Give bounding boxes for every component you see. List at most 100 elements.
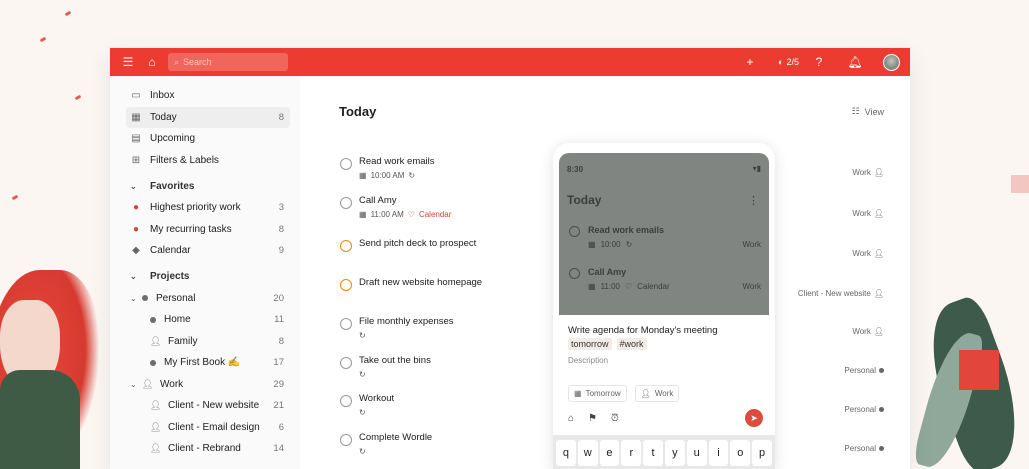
project-option-button[interactable]: 👤︎ Work xyxy=(634,385,680,402)
project-count: 11 xyxy=(274,314,284,326)
label-chip[interactable]: #work xyxy=(616,338,647,350)
person-icon: 👤︎ xyxy=(873,209,884,218)
flag-icon[interactable]: ⚑ xyxy=(588,413,597,424)
task-title: Read work emails xyxy=(359,156,435,167)
keyboard-key[interactable]: w xyxy=(577,440,598,466)
calendar-link-icon: ♡ xyxy=(407,210,415,219)
person-icon: 👤︎ xyxy=(873,168,884,177)
project-client-email[interactable]: 👤︎ Client - Email design 6 xyxy=(126,417,290,439)
recurring-icon: ↻ xyxy=(359,331,366,340)
bell-icon[interactable]: 🔔︎ xyxy=(847,54,863,70)
sidebar-item-today[interactable]: ▦ Today 8 xyxy=(126,106,290,128)
illustration-splat xyxy=(39,36,47,43)
project-label: Client - Rebrand xyxy=(168,443,241,455)
sidebar-item-upcoming[interactable]: ▤ Upcoming xyxy=(126,128,290,150)
task-title: Draft new website homepage xyxy=(359,277,483,288)
filters-icon: ⊞ xyxy=(131,154,141,166)
project-client-rebrand[interactable]: 👤︎ Client - Rebrand 14 xyxy=(126,438,290,460)
task-time: 11:00 AM xyxy=(370,210,404,219)
keyboard-key[interactable]: u xyxy=(686,440,707,466)
project-personal[interactable]: ⌄ Personal 20 xyxy=(126,288,290,310)
projects-title: Projects xyxy=(150,271,190,282)
sidebar-item-label: Calendar xyxy=(150,245,191,257)
sidebar-item-inbox[interactable]: ▭ Inbox xyxy=(126,85,290,107)
project-book[interactable]: My First Book ✍️ 17 xyxy=(126,352,290,374)
view-button[interactable]: ☷ View xyxy=(852,106,884,117)
keyboard-key[interactable]: y xyxy=(664,440,685,466)
task-project-label: Personal xyxy=(844,405,876,414)
sidebar-item-filters[interactable]: ⊞ Filters & Labels xyxy=(126,150,290,172)
project-count: 14 xyxy=(273,443,284,455)
drop-icon: ● xyxy=(132,223,140,235)
task-project: Work 👤︎ xyxy=(852,249,884,258)
sidebar-item-favorite[interactable]: ◆ Calendar 9 xyxy=(126,240,290,262)
illustration-splat xyxy=(11,194,19,201)
sidebar-item-label: Filters & Labels xyxy=(150,154,219,166)
keyboard-key[interactable]: o xyxy=(730,440,751,466)
date-chip[interactable]: tomorrow xyxy=(568,338,612,350)
more-icon[interactable]: ⋮ xyxy=(748,194,759,207)
task-checkbox[interactable] xyxy=(340,240,352,252)
illustration-splat xyxy=(64,10,72,17)
task-project: Work 👤︎ xyxy=(852,327,884,336)
task-project-label: Work xyxy=(742,282,761,291)
recurring-icon: ↻ xyxy=(359,370,366,379)
view-label: View xyxy=(864,106,884,117)
task-checkbox[interactable] xyxy=(340,434,352,446)
favorites-header[interactable]: ⌄ Favorites xyxy=(126,175,290,197)
task-project: Personal xyxy=(844,366,884,375)
send-button[interactable]: ➤ xyxy=(745,409,763,427)
task-project-label: Personal xyxy=(844,444,876,453)
sidebar-item-favorite[interactable]: ● My recurring tasks 8 xyxy=(126,219,290,241)
task-checkbox[interactable] xyxy=(569,268,580,279)
task-checkbox[interactable] xyxy=(340,318,352,330)
task-checkbox[interactable] xyxy=(340,158,352,170)
description-field[interactable]: Description xyxy=(568,356,608,365)
illustration-left-body xyxy=(0,370,80,469)
task-title: Call Amy xyxy=(359,195,397,206)
keyboard-key[interactable]: i xyxy=(708,440,729,466)
task-time: 10:00 AM xyxy=(370,171,405,180)
keyboard-key[interactable]: p xyxy=(752,440,772,466)
project-client-website[interactable]: 👤︎ Client - New website 21 xyxy=(126,395,290,417)
keyboard-key[interactable]: q xyxy=(556,440,576,466)
task-checkbox[interactable] xyxy=(340,357,352,369)
label-icon[interactable]: ⌂ xyxy=(568,413,574,424)
task-checkbox[interactable] xyxy=(340,279,352,291)
project-option-label: Work xyxy=(654,389,674,398)
task-project-label: Work xyxy=(852,327,871,336)
project-label: Work xyxy=(160,378,184,390)
keyboard-key[interactable]: e xyxy=(599,440,620,466)
menu-icon[interactable]: ☰ xyxy=(120,54,136,70)
search-input[interactable]: ⌕ Search xyxy=(168,53,288,71)
task-project: Client - New website 👤︎ xyxy=(798,289,884,298)
home-icon[interactable]: ⌂ xyxy=(144,54,160,70)
task-checkbox[interactable] xyxy=(340,197,352,209)
project-dot-icon xyxy=(150,316,156,323)
task-project-label: Work xyxy=(852,168,871,177)
quick-add-input[interactable]: Write agenda for Monday's meeting xyxy=(568,325,718,336)
task-checkbox[interactable] xyxy=(340,395,352,407)
calendar-icon: ▤ xyxy=(131,133,141,145)
help-icon[interactable]: ? xyxy=(811,54,827,70)
project-label: Client - Email design xyxy=(168,421,260,433)
date-option-button[interactable]: ▦ Tomorrow xyxy=(568,385,627,402)
alarm-icon[interactable]: ⏰︎ xyxy=(611,413,619,424)
add-icon[interactable]: + xyxy=(742,54,758,70)
illustration-splat xyxy=(74,94,82,101)
recurring-icon: ↻ xyxy=(408,171,416,180)
project-family[interactable]: 👤︎ Family 8 xyxy=(126,331,290,353)
project-home[interactable]: Home 11 xyxy=(126,309,290,331)
project-dot-icon xyxy=(150,359,156,366)
recurring-icon: ↻ xyxy=(359,447,366,456)
sidebar-item-favorite[interactable]: ● Highest priority work 3 xyxy=(126,197,290,219)
keyboard-key[interactable]: r xyxy=(621,440,642,466)
karma-button[interactable]: ◐ 2/5 xyxy=(778,57,799,67)
projects-header[interactable]: ⌄ Projects xyxy=(126,266,290,288)
project-dot-icon xyxy=(879,407,884,412)
task-checkbox[interactable] xyxy=(569,226,580,237)
avatar[interactable] xyxy=(883,53,900,71)
person-icon: 👤︎ xyxy=(150,421,162,432)
keyboard-key[interactable]: t xyxy=(643,440,663,466)
project-work[interactable]: ⌄ 👤︎ Work 29 xyxy=(126,374,290,396)
